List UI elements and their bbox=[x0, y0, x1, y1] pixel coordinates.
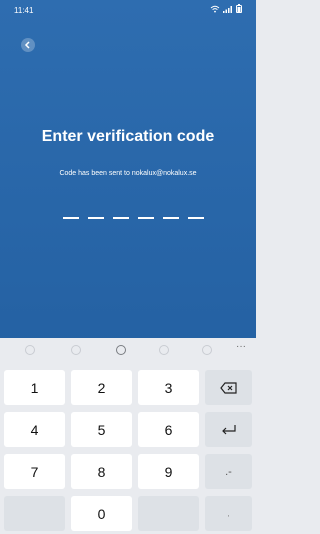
verification-screen: 11:41 Enter verification code Code has b… bbox=[0, 0, 256, 534]
status-time: 11:41 bbox=[14, 6, 34, 15]
wifi-icon bbox=[210, 5, 220, 15]
key-2[interactable]: 2 bbox=[71, 370, 132, 405]
backspace-icon bbox=[219, 381, 237, 394]
back-button[interactable] bbox=[21, 38, 35, 52]
comma-key[interactable]: , bbox=[205, 496, 252, 531]
key-0[interactable]: 0 bbox=[71, 496, 132, 531]
more-icon[interactable]: ··· bbox=[236, 341, 246, 352]
key-5[interactable]: 5 bbox=[71, 412, 132, 447]
chevron-left-icon bbox=[24, 41, 30, 49]
status-icons bbox=[210, 4, 242, 15]
code-digit-slot[interactable] bbox=[138, 217, 154, 219]
keyboard-toolbar: ··· bbox=[0, 338, 256, 362]
mic-icon[interactable] bbox=[71, 345, 81, 355]
key-1[interactable]: 1 bbox=[4, 370, 65, 405]
code-digit-slot[interactable] bbox=[113, 217, 129, 219]
punctuation-key[interactable]: .- bbox=[205, 454, 252, 489]
key-4[interactable]: 4 bbox=[4, 412, 65, 447]
blank-key-left[interactable] bbox=[4, 496, 65, 531]
battery-icon bbox=[236, 4, 242, 15]
clipboard-icon[interactable] bbox=[202, 345, 212, 355]
enter-key[interactable] bbox=[205, 412, 252, 447]
key-3[interactable]: 3 bbox=[138, 370, 199, 405]
signal-icon bbox=[223, 5, 233, 15]
numeric-keyboard: ··· 1 2 3 4 5 6 7 8 9 .- 0 , bbox=[0, 338, 256, 534]
key-8[interactable]: 8 bbox=[71, 454, 132, 489]
status-bar: 11:41 bbox=[0, 0, 256, 20]
key-7[interactable]: 7 bbox=[4, 454, 65, 489]
page-title: Enter verification code bbox=[41, 128, 215, 145]
key-9[interactable]: 9 bbox=[138, 454, 199, 489]
settings-icon[interactable] bbox=[116, 345, 126, 355]
code-sent-message: Code has been sent to nokalux@nokalux.se bbox=[59, 170, 197, 177]
blank-key-right[interactable] bbox=[138, 496, 199, 531]
enter-icon bbox=[221, 424, 236, 434]
code-digit-slot[interactable] bbox=[163, 217, 179, 219]
emoji-icon[interactable] bbox=[25, 345, 35, 355]
code-digit-slot[interactable] bbox=[63, 217, 79, 219]
search-icon[interactable] bbox=[159, 345, 169, 355]
key-6[interactable]: 6 bbox=[138, 412, 199, 447]
code-digit-slot[interactable] bbox=[188, 217, 204, 219]
code-digit-slot[interactable] bbox=[88, 217, 104, 219]
verification-code-input[interactable] bbox=[63, 217, 204, 219]
backspace-key[interactable] bbox=[205, 370, 252, 405]
